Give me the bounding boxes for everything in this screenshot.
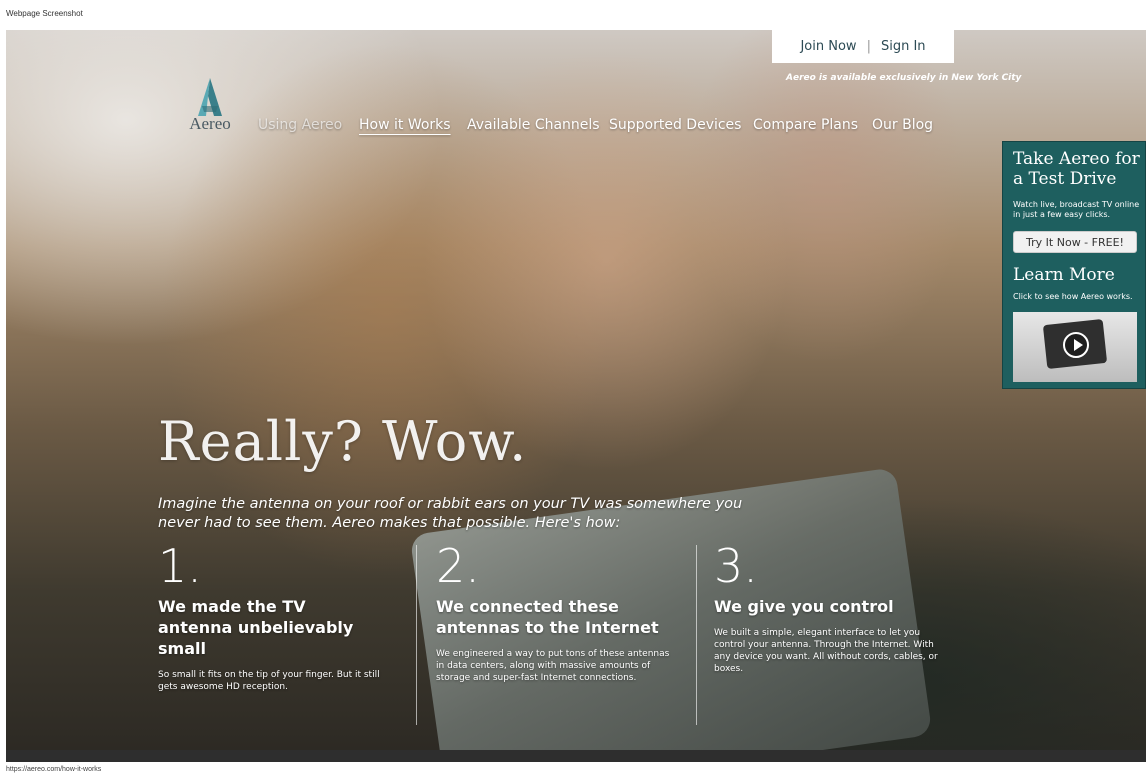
test-drive-subtitle: Watch live, broadcast TV online in just … bbox=[1013, 200, 1140, 219]
auth-separator: | bbox=[866, 39, 871, 54]
join-now-link[interactable]: Join Now bbox=[800, 39, 856, 54]
nav-supported-devices[interactable]: Supported Devices bbox=[609, 117, 741, 133]
footer-bar bbox=[6, 750, 1146, 762]
step-number: 3. bbox=[714, 539, 758, 593]
step-number: 1. bbox=[158, 539, 202, 593]
step-body: We engineered a way to put tons of these… bbox=[436, 649, 670, 683]
nav-our-blog[interactable]: Our Blog bbox=[872, 117, 933, 133]
step-title: We connected these antennas to the Inter… bbox=[436, 597, 659, 637]
availability-note: Aereo is available exclusively in New Yo… bbox=[786, 73, 1022, 83]
nav-compare-plans[interactable]: Compare Plans bbox=[753, 117, 858, 133]
try-it-free-button[interactable]: Try It Now - FREE! bbox=[1013, 231, 1137, 253]
step-divider bbox=[416, 545, 417, 725]
step-divider bbox=[696, 545, 697, 725]
step-number: 2. bbox=[436, 539, 480, 593]
logo-wordmark: Aereo bbox=[189, 114, 231, 133]
step-body: So small it fits on the tip of your fing… bbox=[158, 670, 380, 692]
play-icon[interactable] bbox=[1063, 332, 1089, 358]
nav-using-aereo[interactable]: Using Aereo bbox=[258, 117, 342, 133]
step-title: We made the TV antenna unbelievably smal… bbox=[158, 597, 354, 658]
auth-box: Join Now | Sign In bbox=[772, 30, 954, 63]
page-url: https://aereo.com/how-it-works bbox=[6, 766, 102, 773]
nav-how-it-works[interactable]: How it Works bbox=[359, 117, 451, 133]
learn-more-subtitle: Click to see how Aereo works. bbox=[1013, 292, 1133, 301]
hero-intro: Imagine the antenna on your roof or rabb… bbox=[158, 496, 743, 531]
test-drive-panel: Take Aereo for a Test Drive Watch live, … bbox=[1002, 141, 1146, 389]
step-title: We give you control bbox=[714, 597, 894, 616]
sign-in-link[interactable]: Sign In bbox=[881, 39, 926, 54]
page-caption: Webpage Screenshot bbox=[6, 9, 83, 18]
step-body: We built a simple, elegant interface to … bbox=[714, 628, 938, 674]
step-2: 2. We connected these antennas to the In… bbox=[436, 540, 676, 684]
test-drive-title: Take Aereo for a Test Drive bbox=[1013, 149, 1140, 189]
step-3: 3. We give you control We built a simple… bbox=[714, 540, 949, 675]
step-1: 1. We made the TV antenna unbelievably s… bbox=[158, 540, 383, 693]
video-thumbnail[interactable] bbox=[1013, 312, 1137, 382]
nav-available-channels[interactable]: Available Channels bbox=[467, 117, 600, 133]
learn-more-title[interactable]: Learn More bbox=[1013, 265, 1115, 285]
aereo-logo-icon bbox=[198, 78, 222, 116]
hero-headline: Really? Wow. bbox=[158, 410, 528, 473]
aereo-logo[interactable]: Aereo bbox=[180, 78, 250, 138]
